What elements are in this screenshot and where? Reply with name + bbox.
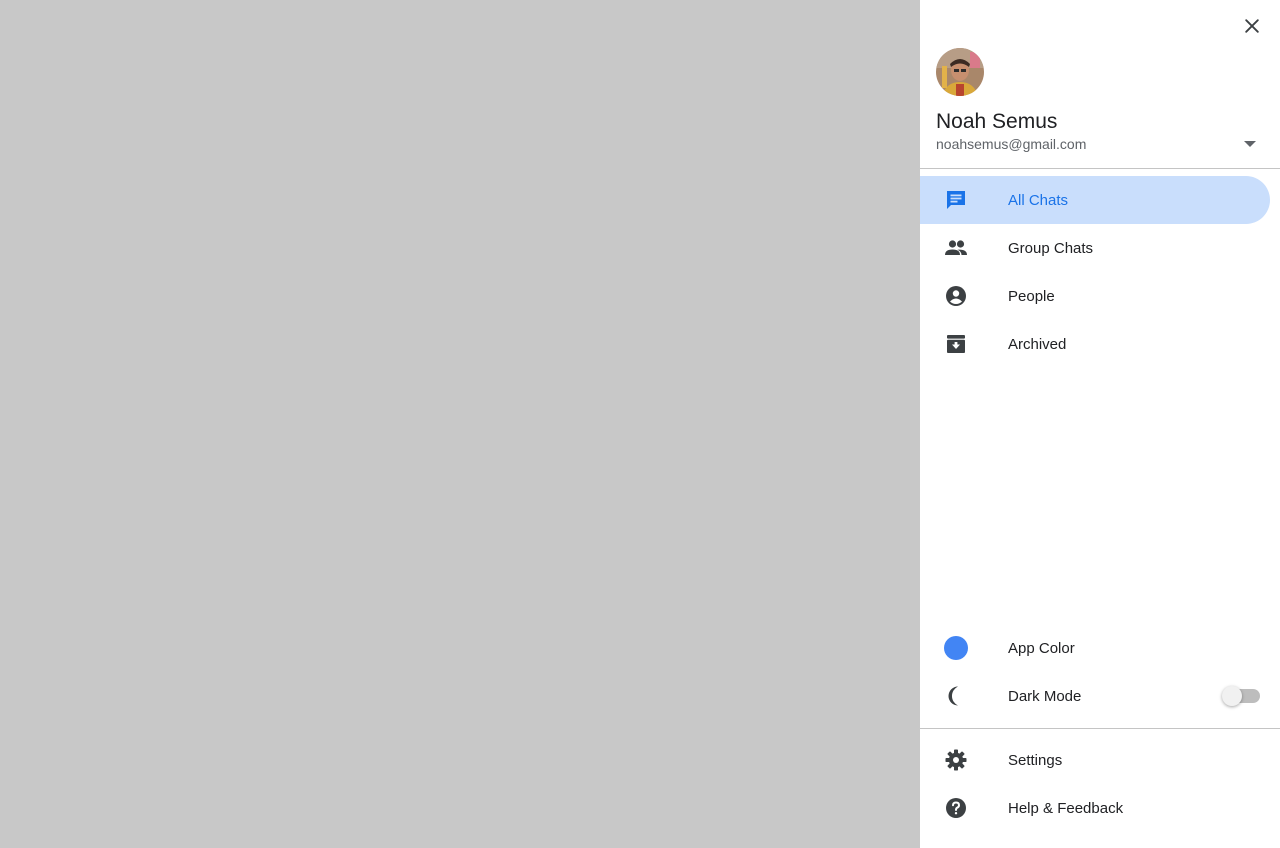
- close-icon: [1242, 16, 1262, 41]
- color-swatch-icon: [944, 636, 968, 660]
- dark-mode-toggle[interactable]: [1222, 686, 1260, 706]
- toggle-knob: [1222, 686, 1242, 706]
- nav-item-label: All Chats: [1008, 191, 1069, 209]
- arrow-drop-down-icon: [1243, 135, 1257, 153]
- account-switcher-button[interactable]: [1238, 132, 1262, 156]
- app-color-button[interactable]: App Color: [920, 624, 1270, 672]
- gear-icon: [944, 748, 968, 772]
- navigation-drawer: Noah Semus noahsemus@gmail.com All Chats…: [920, 0, 1280, 848]
- archive-icon: [944, 332, 968, 356]
- divider: [920, 728, 1280, 729]
- account-email: noahsemus@gmail.com: [936, 136, 1087, 152]
- app-color-label: App Color: [1008, 639, 1075, 657]
- group-icon: [944, 236, 968, 260]
- close-drawer-button[interactable]: [1238, 14, 1266, 42]
- person-icon: [944, 284, 968, 308]
- moon-icon: [944, 684, 968, 708]
- nav-item-label: Group Chats: [1008, 239, 1094, 257]
- help-feedback-button[interactable]: Help & Feedback: [920, 784, 1270, 832]
- account-name: Noah Semus: [936, 110, 1058, 133]
- avatar[interactable]: [936, 48, 984, 96]
- settings-label: Settings: [1008, 751, 1063, 769]
- dark-mode-row[interactable]: Dark Mode: [920, 672, 1270, 720]
- nav-item-archived[interactable]: Archived: [920, 320, 1270, 368]
- help-icon: [944, 796, 968, 820]
- divider: [920, 168, 1280, 169]
- dark-mode-label: Dark Mode: [1008, 687, 1082, 705]
- help-feedback-label: Help & Feedback: [1008, 799, 1124, 817]
- nav-item-label: People: [1008, 287, 1055, 305]
- nav-item-group-chats[interactable]: Group Chats: [920, 224, 1270, 272]
- nav-item-people[interactable]: People: [920, 272, 1270, 320]
- drawer-scrim[interactable]: [0, 0, 920, 848]
- settings-button[interactable]: Settings: [920, 736, 1270, 784]
- chat-icon: [944, 188, 968, 212]
- nav-item-label: Archived: [1008, 335, 1067, 353]
- nav-item-all-chats[interactable]: All Chats: [920, 176, 1270, 224]
